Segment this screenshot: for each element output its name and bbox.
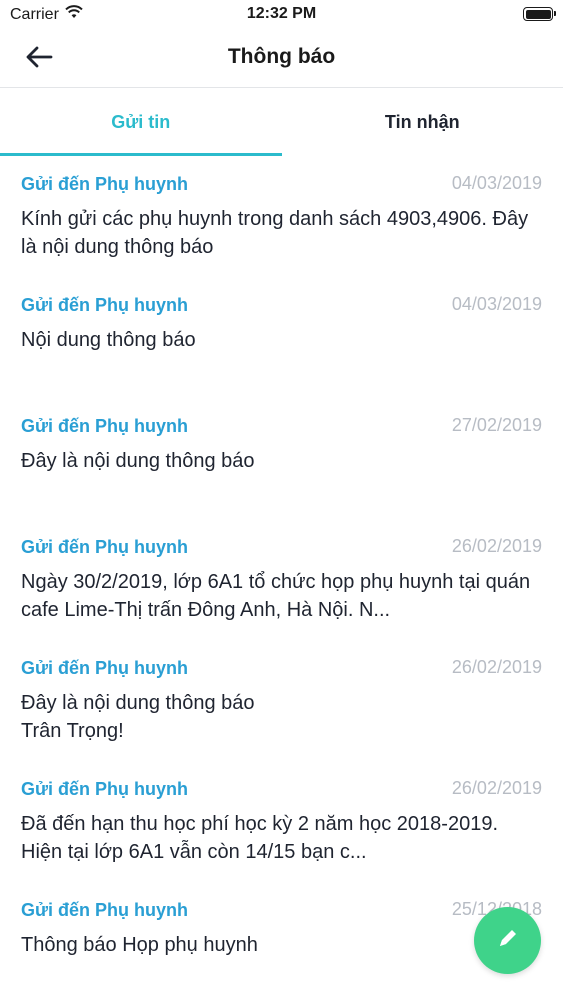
list-item[interactable]: Gửi đến Phụ huynh 26/02/2019 Ngày 30/2/2… <box>0 519 563 640</box>
battery-icon <box>523 7 553 21</box>
list-item[interactable]: Gửi đến Phụ huynh 27/02/2019 Đây là nội … <box>0 398 563 519</box>
message-body: Kính gửi các phụ huynh trong danh sách 4… <box>21 205 542 261</box>
message-recipient: Gửi đến Phụ huynh <box>21 295 188 316</box>
nav-bar: Thông báo <box>0 30 563 88</box>
list-item[interactable]: Gửi đến Phụ huynh 04/03/2019 Nội dung th… <box>0 277 563 398</box>
message-body: Nội dung thông báo <box>21 326 542 354</box>
list-item[interactable]: Gửi đến Phụ huynh 26/02/2019 Đã đến hạn … <box>0 761 563 882</box>
message-date: 04/03/2019 <box>452 173 542 194</box>
compose-button[interactable] <box>474 907 541 974</box>
message-date: 26/02/2019 <box>452 536 542 557</box>
message-list: Gửi đến Phụ huynh 04/03/2019 Kính gửi cá… <box>0 156 563 1003</box>
message-recipient: Gửi đến Phụ huynh <box>21 416 188 437</box>
page-title: Thông báo <box>0 45 563 69</box>
message-recipient: Gửi đến Phụ huynh <box>21 900 188 921</box>
message-body: Ngày 30/2/2019, lớp 6A1 tổ chức họp phụ … <box>21 568 542 624</box>
message-body: Thông báo Họp phụ huynh <box>21 931 542 959</box>
status-time: 12:32 PM <box>0 5 563 23</box>
list-item[interactable]: Gửi đến Phụ huynh 26/02/2019 Đây là nội … <box>0 640 563 761</box>
message-recipient: Gửi đến Phụ huynh <box>21 537 188 558</box>
message-body: Đây là nội dung thông báo <box>21 447 542 475</box>
message-date: 26/02/2019 <box>452 778 542 799</box>
message-recipient: Gửi đến Phụ huynh <box>21 658 188 679</box>
message-body: Đây là nội dung thông báo Trân Trọng! <box>21 689 542 745</box>
message-recipient: Gửi đến Phụ huynh <box>21 174 188 195</box>
message-body: Đã đến hạn thu học phí học kỳ 2 năm học … <box>21 810 542 866</box>
tab-sent[interactable]: Gửi tin <box>0 88 282 156</box>
message-date: 26/02/2019 <box>452 657 542 678</box>
message-date: 27/02/2019 <box>452 415 542 436</box>
message-date: 04/03/2019 <box>452 294 542 315</box>
tab-received[interactable]: Tin nhận <box>282 88 563 156</box>
tab-bar: Gửi tin Tin nhận <box>0 88 563 156</box>
message-recipient: Gửi đến Phụ huynh <box>21 779 188 800</box>
status-bar: Carrier 12:32 PM <box>0 0 563 30</box>
pencil-icon <box>495 925 521 956</box>
list-item[interactable]: Gửi đến Phụ huynh 04/03/2019 Kính gửi cá… <box>0 156 563 277</box>
